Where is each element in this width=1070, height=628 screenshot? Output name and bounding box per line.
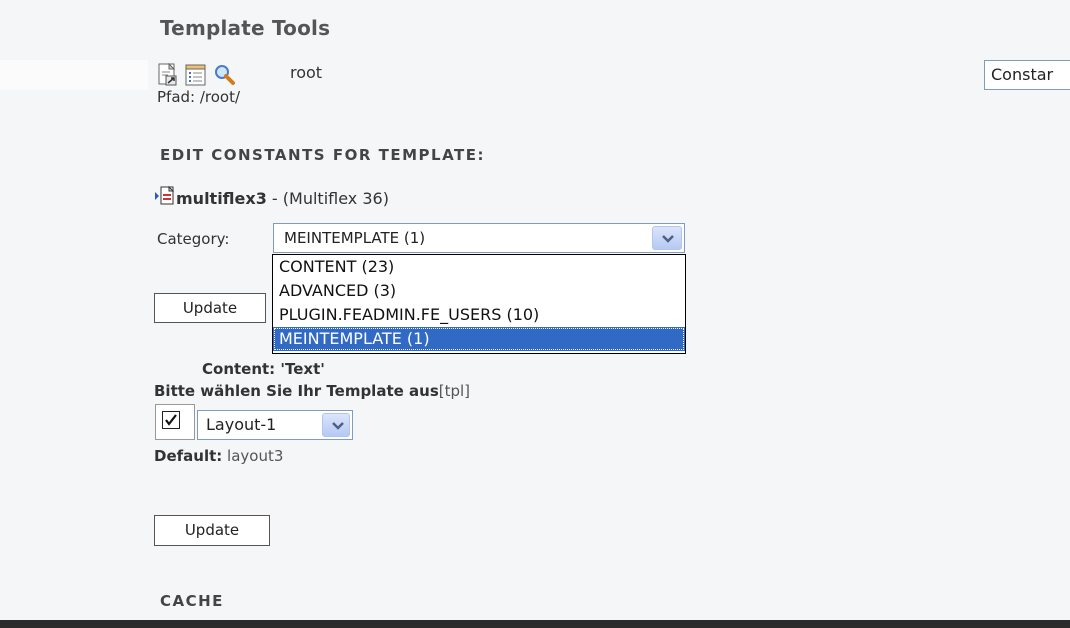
constant-description: Bitte wählen Sie Ihr Template aus[tpl] <box>154 382 470 400</box>
category-label: Category: <box>157 230 230 248</box>
template-name: multiflex3 <box>176 188 267 208</box>
default-value: layout3 <box>222 447 284 465</box>
bottom-edge <box>0 620 1070 628</box>
cache-heading: CACHE <box>160 592 224 610</box>
edit-checkbox-container <box>155 404 195 440</box>
constant-key: [tpl] <box>438 382 471 400</box>
layout-select[interactable]: Layout-1 <box>197 410 353 440</box>
edit-checkbox[interactable] <box>162 411 180 429</box>
list-view-icon[interactable] <box>184 62 208 88</box>
edit-constants-heading: EDIT CONSTANTS FOR TEMPLATE: <box>160 146 485 164</box>
template-record: multiflex3 - (Multiflex 36) <box>154 184 389 212</box>
update-button-2[interactable]: Update <box>154 515 270 546</box>
new-page-icon[interactable] <box>156 62 180 88</box>
dropdown-option[interactable]: PLUGIN.FEADMIN.FE_USERS (10) <box>273 303 685 327</box>
page-title: Template Tools <box>160 16 331 40</box>
chevron-down-icon[interactable] <box>322 413 350 437</box>
constant-description-label: Bitte wählen Sie Ihr Template aus <box>154 382 439 400</box>
template-record-icon[interactable] <box>154 184 176 212</box>
category-dropdown-list: CONTENT (23) ADVANCED (3) PLUGIN.FEADMIN… <box>272 254 686 354</box>
constant-section-title: Content: 'Text' <box>202 360 325 378</box>
dropdown-option[interactable]: ADVANCED (3) <box>273 279 685 303</box>
template-title: - (Multiflex 36) <box>266 188 389 208</box>
default-label: Default: <box>154 447 223 465</box>
dropdown-option-selected[interactable]: MEINTEMPLATE (1) <box>273 327 685 351</box>
path-text: Pfad: /root/ <box>157 88 241 106</box>
update-button[interactable]: Update <box>154 293 266 323</box>
toolbar <box>156 62 236 88</box>
search-icon[interactable] <box>212 62 236 88</box>
left-panel-strip <box>0 60 148 90</box>
layout-selected-value: Layout-1 <box>206 415 277 434</box>
chevron-down-icon[interactable] <box>652 226 682 250</box>
dropdown-option[interactable]: CONTENT (23) <box>273 255 685 279</box>
root-label: root <box>290 63 323 82</box>
function-menu-select[interactable]: Constar <box>984 60 1070 90</box>
category-selected-value: MEINTEMPLATE (1) <box>284 229 426 247</box>
category-select[interactable]: MEINTEMPLATE (1) <box>273 223 685 253</box>
default-value-text: Default: layout3 <box>154 447 283 465</box>
